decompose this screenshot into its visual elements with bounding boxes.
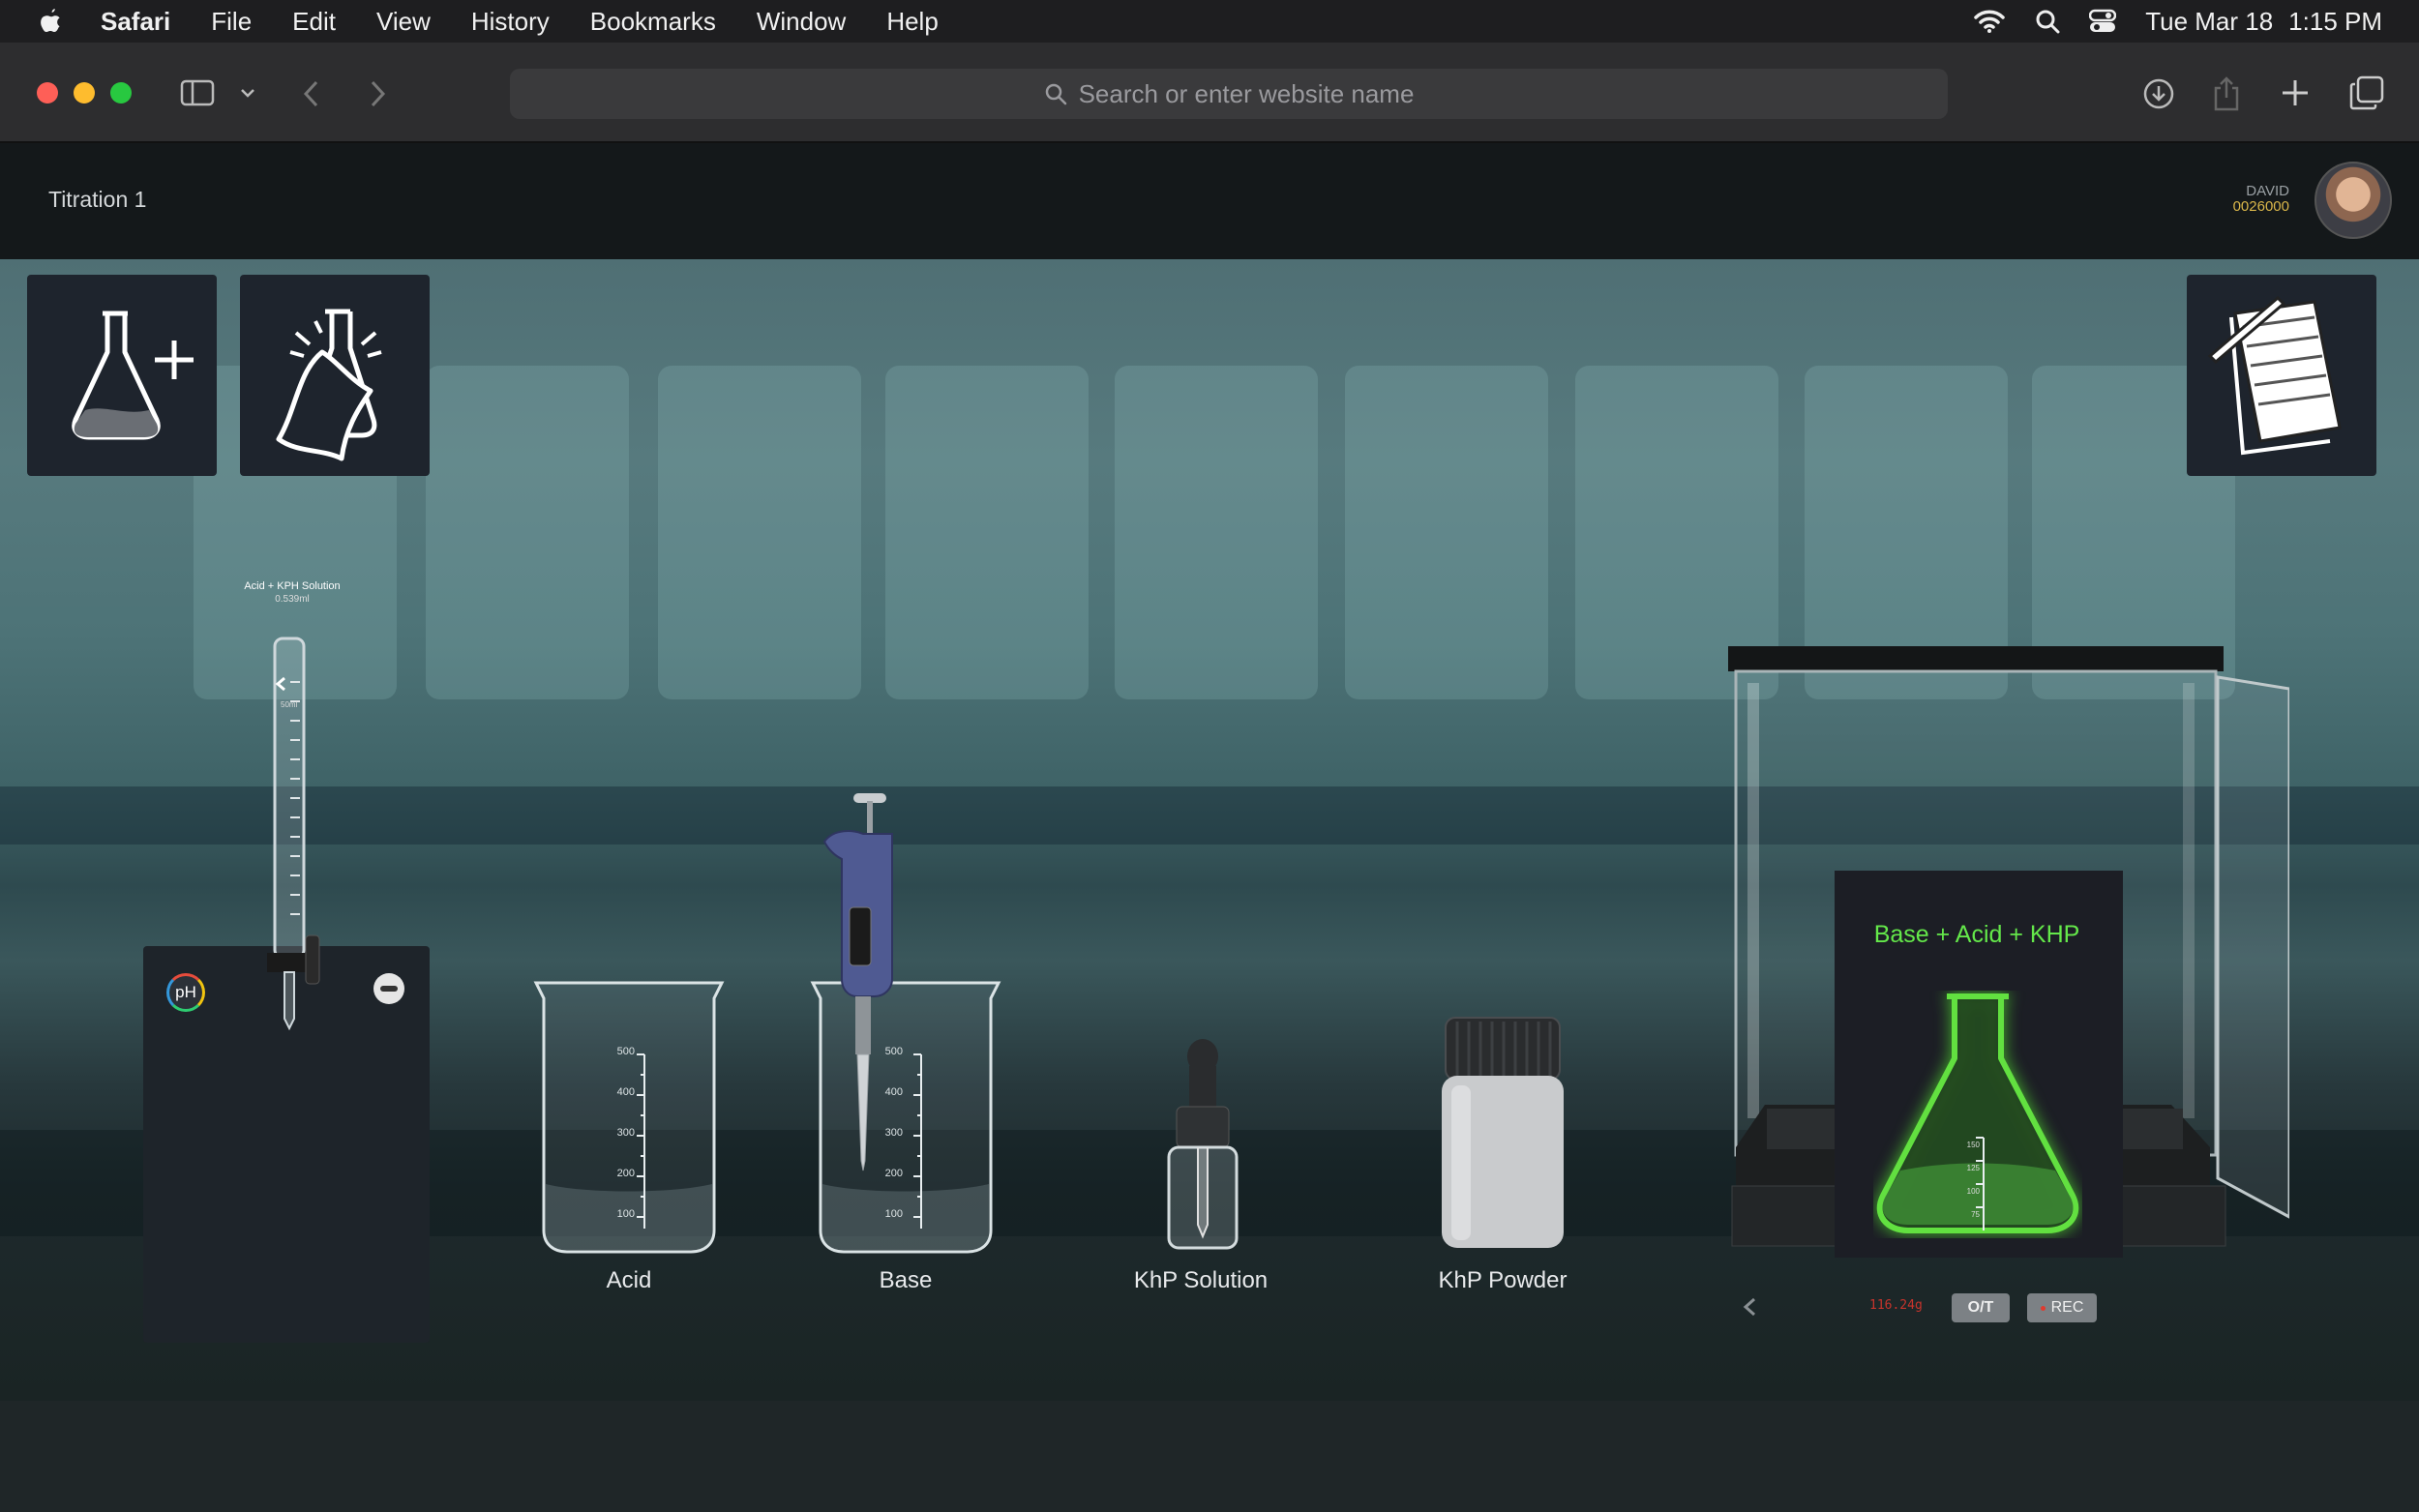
share-icon[interactable] [2212, 75, 2241, 112]
burette-title: Acid + KPH Solution [244, 580, 341, 592]
record-button[interactable]: REC [2027, 1293, 2097, 1322]
burette[interactable] [255, 634, 333, 1030]
burette-volume: 0.539ml [275, 594, 310, 605]
back-icon[interactable] [302, 79, 321, 108]
acid-scale-100: 100 [616, 1208, 635, 1220]
bench-front [0, 1401, 2419, 1512]
acid-scale-400: 400 [616, 1086, 635, 1098]
khp-solution-bottle[interactable] [1161, 1037, 1244, 1252]
menu-window[interactable]: Window [757, 7, 846, 37]
khp-powder-label: KhP Powder [1438, 1267, 1568, 1293]
acid-scale-200: 200 [616, 1168, 635, 1179]
balance-flask-label: Base + Acid + KHP [1873, 921, 2080, 948]
menu-bar: Safari File Edit View History Bookmarks … [0, 0, 2419, 43]
ph-meter-button[interactable]: pH [166, 973, 205, 1012]
user-score: 0026000 [2232, 198, 2289, 215]
burette-scale-top: 50ml [281, 700, 298, 709]
avatar[interactable] [2314, 162, 2392, 239]
forward-icon[interactable] [368, 79, 387, 108]
flask-scale-150: 150 [1966, 1141, 1980, 1149]
search-icon [1045, 83, 1066, 105]
close-window-button[interactable] [37, 82, 58, 104]
menu-date[interactable]: Tue Mar 18 [2145, 7, 2273, 37]
erlenmeyer-flask[interactable] [1873, 991, 2082, 1238]
background-window [426, 366, 629, 699]
menu-edit[interactable]: Edit [292, 7, 336, 37]
stirrer-button[interactable] [373, 973, 404, 1004]
address-placeholder: Search or enter website name [1078, 78, 1415, 108]
background-window [1345, 366, 1548, 699]
wifi-icon[interactable] [1973, 9, 2006, 34]
acid-scale-500: 500 [616, 1046, 635, 1057]
balance-back-icon[interactable] [1742, 1296, 1759, 1318]
pipette[interactable] [821, 791, 908, 1178]
stirrer-icon [380, 986, 398, 992]
add-flask-button[interactable] [27, 275, 217, 476]
menu-time[interactable]: 1:15 PM [2288, 7, 2382, 37]
user-name: DAVID [2246, 183, 2289, 199]
download-icon[interactable] [2142, 77, 2175, 110]
acid-label: Acid [606, 1267, 652, 1293]
chevron-down-icon[interactable] [240, 86, 255, 100]
page-title: Titration 1 [48, 187, 147, 212]
background-window [1115, 366, 1318, 699]
spotlight-search-icon[interactable] [2035, 9, 2060, 34]
minimize-window-button[interactable] [74, 82, 95, 104]
khp-solution-label: KhP Solution [1133, 1267, 1269, 1293]
record-dot-icon [2040, 1305, 2046, 1311]
record-label: REC [2050, 1299, 2084, 1316]
menu-view[interactable]: View [376, 7, 431, 37]
flask-scale-125: 125 [1966, 1164, 1980, 1172]
burette-release-icon[interactable] [275, 676, 288, 692]
menu-bookmarks[interactable]: Bookmarks [590, 7, 716, 37]
flask-scale-100: 100 [1966, 1187, 1980, 1196]
base-label: Base [879, 1267, 933, 1293]
acid-scale-300: 300 [616, 1127, 635, 1139]
base-scale-100: 100 [884, 1208, 903, 1220]
zoom-window-button[interactable] [110, 82, 132, 104]
address-bar[interactable]: Search or enter website name [510, 69, 1948, 119]
tare-button[interactable]: O/T [1952, 1293, 2010, 1322]
user-info: DAVID 0026000 [2233, 184, 2289, 215]
clean-flask-button[interactable] [240, 275, 430, 476]
sidebar-icon[interactable] [180, 79, 215, 106]
control-center-icon[interactable] [2089, 9, 2117, 34]
background-window [658, 366, 861, 699]
apple-icon[interactable] [37, 7, 64, 36]
app-header [0, 143, 2419, 259]
menu-file[interactable]: File [211, 7, 252, 37]
notebook-icon [2207, 295, 2342, 456]
background-window [885, 366, 1089, 699]
flask-scale-75: 75 [1971, 1210, 1980, 1219]
menu-app-name[interactable]: Safari [101, 7, 170, 37]
menu-help[interactable]: Help [886, 7, 938, 37]
notebook-button[interactable] [2187, 275, 2376, 476]
tab-overview-icon[interactable] [2349, 75, 2384, 110]
flask-plus-icon [72, 311, 194, 440]
clean-flask-icon [276, 309, 382, 461]
khp-powder-jar[interactable] [1440, 1014, 1566, 1252]
menu-history[interactable]: History [471, 7, 550, 37]
new-tab-icon[interactable] [2280, 77, 2311, 108]
